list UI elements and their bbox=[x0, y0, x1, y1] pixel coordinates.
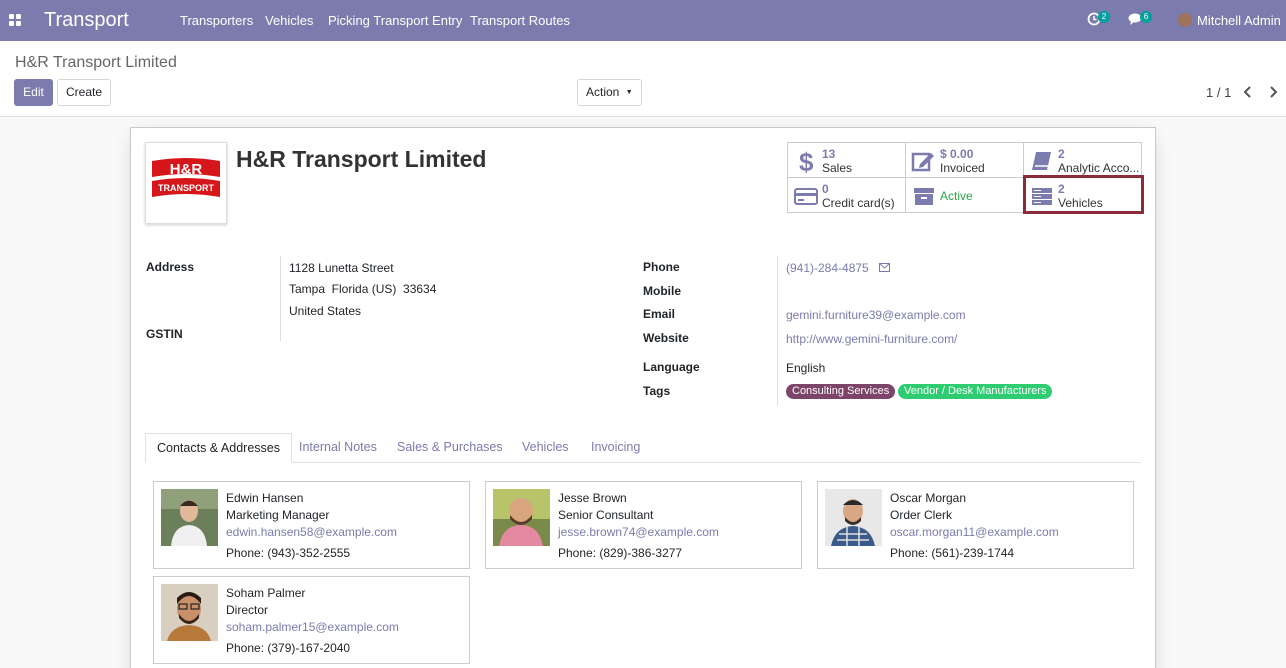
contact-phone: Phone: (561)-239-1744 bbox=[890, 546, 1015, 560]
email-link[interactable]: gemini.furniture39@example.com bbox=[786, 308, 966, 322]
activity-count-badge: 2 bbox=[1098, 11, 1110, 23]
vehicles-highlight-box bbox=[1023, 175, 1144, 214]
message-count-badge: 6 bbox=[1140, 11, 1152, 23]
logo-text-bottom: TRANSPORT bbox=[158, 183, 215, 193]
action-label: Action bbox=[586, 85, 620, 99]
contact-phone: Phone: (379)-167-2040 bbox=[226, 641, 351, 655]
user-avatar[interactable] bbox=[1178, 13, 1192, 27]
contact-email[interactable]: jesse.brown74@example.com bbox=[558, 525, 719, 539]
svg-text:$: $ bbox=[799, 148, 814, 174]
contact-name: Soham Palmer bbox=[226, 586, 306, 600]
tab-vehicles[interactable]: Vehicles bbox=[522, 433, 569, 463]
contact-name: Edwin Hansen bbox=[226, 491, 304, 505]
language-value[interactable]: English bbox=[786, 361, 825, 375]
gstin-label: GSTIN bbox=[146, 327, 183, 341]
pager-value[interactable]: 1 / 1 bbox=[1206, 85, 1231, 100]
tag-consulting-services[interactable]: Consulting Services bbox=[786, 384, 896, 399]
form-sheet: H&R TRANSPORT H&R Transport Limited $ 13… bbox=[130, 127, 1156, 668]
sales-smart-button[interactable]: $ 13 Sales bbox=[788, 143, 906, 178]
contact-phone: Phone: (829)-386-3277 bbox=[558, 546, 683, 560]
pencil-square-icon bbox=[911, 152, 934, 172]
record-title: H&R Transport Limited bbox=[236, 146, 487, 172]
credit-card-count: 0 bbox=[822, 182, 829, 196]
contact-name: Oscar Morgan bbox=[890, 491, 967, 505]
analytic-label: Analytic Acco... bbox=[1058, 161, 1140, 175]
breadcrumb: H&R Transport Limited bbox=[15, 54, 177, 71]
contact-name: Jesse Brown bbox=[558, 491, 627, 505]
tab-sales-purchases[interactable]: Sales & Purchases bbox=[397, 433, 503, 463]
credit-cards-smart-button[interactable]: 0 Credit card(s) bbox=[788, 178, 906, 213]
left-field-divider bbox=[280, 256, 281, 341]
contact-role: Senior Consultant bbox=[558, 508, 654, 522]
menu-transporters[interactable]: Transporters bbox=[180, 13, 253, 28]
analytic-count: 2 bbox=[1058, 147, 1065, 161]
envelope-sms-icon[interactable] bbox=[879, 263, 890, 272]
phone-label: Phone bbox=[643, 260, 680, 274]
contact-card[interactable]: Edwin Hansen Marketing Manager edwin.han… bbox=[153, 481, 470, 569]
user-menu[interactable]: Mitchell Admin bbox=[1197, 13, 1281, 28]
credit-card-label: Credit card(s) bbox=[822, 196, 895, 210]
contact-card[interactable]: Oscar Morgan Order Clerk oscar.morgan11@… bbox=[817, 481, 1134, 569]
edit-button[interactable]: Edit bbox=[14, 79, 53, 106]
mobile-label: Mobile bbox=[643, 284, 681, 298]
archive-icon bbox=[914, 188, 934, 205]
app-title[interactable]: Transport bbox=[44, 9, 129, 32]
menu-transport-routes[interactable]: Transport Routes bbox=[470, 13, 570, 28]
tab-internal-notes[interactable]: Internal Notes bbox=[299, 433, 377, 463]
control-panel: H&R Transport Limited Edit Create Action… bbox=[0, 41, 1286, 117]
contact-role: Order Clerk bbox=[890, 508, 953, 522]
address-label: Address bbox=[146, 260, 195, 274]
contact-photo bbox=[161, 489, 218, 546]
active-label: Active bbox=[940, 189, 973, 203]
phone-link[interactable]: (941)-284-4875 bbox=[786, 261, 869, 275]
contact-email[interactable]: edwin.hansen58@example.com bbox=[226, 525, 397, 539]
language-label: Language bbox=[643, 360, 700, 374]
tab-invoicing[interactable]: Invoicing bbox=[591, 433, 640, 463]
tab-contacts-addresses[interactable]: Contacts & Addresses bbox=[145, 433, 292, 463]
action-dropdown[interactable]: Action ▼ bbox=[577, 79, 642, 106]
contact-card[interactable]: Soham Palmer Director soham.palmer15@exa… bbox=[153, 576, 470, 664]
create-button[interactable]: Create bbox=[57, 79, 111, 106]
tag-vendor-desk-manufacturers[interactable]: Vendor / Desk Manufacturers bbox=[898, 384, 1053, 399]
contact-photo bbox=[161, 584, 218, 641]
contact-phone: Phone: (943)-352-2555 bbox=[226, 546, 351, 560]
right-field-divider bbox=[777, 256, 778, 406]
credit-card-icon bbox=[794, 188, 818, 205]
address-street[interactable]: 1128 Lunetta Street bbox=[289, 261, 394, 275]
website-link[interactable]: http://www.gemini-furniture.com/ bbox=[786, 332, 957, 346]
sales-label: Sales bbox=[822, 161, 853, 175]
contact-photo bbox=[825, 489, 882, 546]
sales-count: 13 bbox=[822, 147, 836, 161]
hr-transport-logo-image: H&R TRANSPORT bbox=[150, 157, 222, 199]
pager-next-icon[interactable] bbox=[1268, 85, 1278, 99]
book-icon bbox=[1032, 152, 1051, 170]
invoiced-smart-button[interactable]: $ 0.00 Invoiced bbox=[906, 143, 1024, 178]
invoiced-amount: $ 0.00 bbox=[940, 147, 974, 161]
address-country[interactable]: United States bbox=[289, 304, 361, 318]
pager-previous-icon[interactable] bbox=[1243, 85, 1253, 99]
tags-label: Tags bbox=[643, 384, 671, 398]
contact-role: Director bbox=[226, 603, 269, 617]
email-label: Email bbox=[643, 307, 676, 321]
address-city-line[interactable]: Tampa Florida (US) 33634 bbox=[289, 282, 436, 296]
contact-card[interactable]: Jesse Brown Senior Consultant jesse.brow… bbox=[485, 481, 802, 569]
contact-email[interactable]: soham.palmer15@example.com bbox=[226, 620, 399, 634]
contact-role: Marketing Manager bbox=[226, 508, 330, 522]
dollar-icon: $ bbox=[799, 148, 814, 174]
apps-menu-icon[interactable] bbox=[9, 14, 21, 26]
website-label: Website bbox=[643, 331, 689, 345]
caret-down-icon: ▼ bbox=[625, 89, 633, 96]
menu-vehicles[interactable]: Vehicles bbox=[265, 13, 313, 28]
active-toggle-button[interactable]: Active bbox=[906, 178, 1024, 213]
logo-text-top: H&R bbox=[170, 161, 203, 178]
contact-photo bbox=[493, 489, 550, 546]
top-navbar: Transport Transporters Vehicles Picking … bbox=[0, 0, 1286, 41]
notebook-tabs: Contacts & Addresses Internal Notes Sale… bbox=[145, 433, 1141, 463]
invoiced-label: Invoiced bbox=[940, 161, 985, 175]
contact-email[interactable]: oscar.morgan11@example.com bbox=[890, 525, 1059, 539]
analytic-accounts-smart-button[interactable]: 2 Analytic Acco... bbox=[1024, 143, 1142, 178]
company-logo[interactable]: H&R TRANSPORT bbox=[145, 142, 227, 224]
menu-picking-transport-entry[interactable]: Picking Transport Entry bbox=[328, 13, 462, 28]
